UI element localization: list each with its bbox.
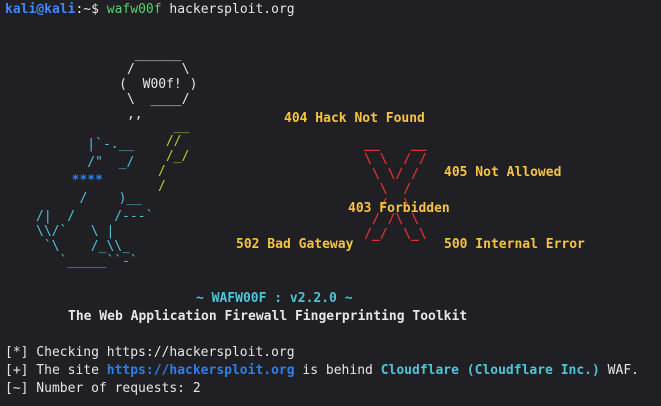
prompt-line: kali@kali:~$ wafw00f hackersploit.org [5, 2, 295, 17]
version-suffix: ~ [336, 291, 353, 306]
dog-body-1: |`-.__ [56, 137, 135, 152]
dog-body-2: /" _/ [56, 155, 135, 170]
label-500: 500 Internal Error [444, 237, 585, 252]
prompt-path: :~$ [75, 2, 99, 17]
tagline: The Web Application Firewall Fingerprint… [68, 309, 468, 324]
waf-name: Cloudflare (Cloudflare Inc.) [380, 363, 600, 378]
output-requests: [~] Number of requests: 2 [5, 381, 201, 396]
version-number: v2.2.0 [289, 291, 337, 306]
terminal-window[interactable]: kali@kali:~$ wafw00f hackersploit.org __… [0, 0, 661, 406]
result-suffix: WAF. [599, 363, 639, 378]
output-checking: [*] Checking https://hackersploit.org [5, 345, 295, 360]
command-name: wafw00f [106, 2, 162, 17]
label-403: 403 Forbidden [348, 201, 450, 216]
prompt-user-host: kali@kali [5, 2, 76, 17]
label-405: 405 Not Allowed [444, 165, 562, 180]
dog-speech-bubble: ______ / \ ( W00f! ) \ ____/ ,, [119, 47, 198, 122]
output-result: [+] The site https://hackersploit.org is… [5, 363, 639, 378]
site-url[interactable]: https://hackersploit.org [107, 363, 295, 378]
label-502: 502 Bad Gateway [236, 237, 354, 252]
result-prefix: [+] The site [5, 363, 107, 378]
result-middle: is behind [294, 363, 381, 378]
dog-legs: /| / /---` \\/` \ | `\ /_\\_ `_____``-` [36, 209, 154, 269]
red-x-art: __ __ \ \ / / \ \/ / \ / / \ / /\ \ /_/ … [364, 137, 427, 242]
label-404: 404 Hack Not Found [284, 111, 425, 126]
dog-stars: **** [56, 173, 103, 188]
command-argument: hackersploit.org [169, 2, 295, 17]
version-prefix: ~ WAFW00F : [196, 291, 290, 306]
dog-tail: __ // /_/ / / [158, 119, 190, 194]
version-line: ~ WAFW00F : v2.2.0 ~ [196, 291, 353, 306]
dog-body-3: / )__ [56, 191, 143, 206]
